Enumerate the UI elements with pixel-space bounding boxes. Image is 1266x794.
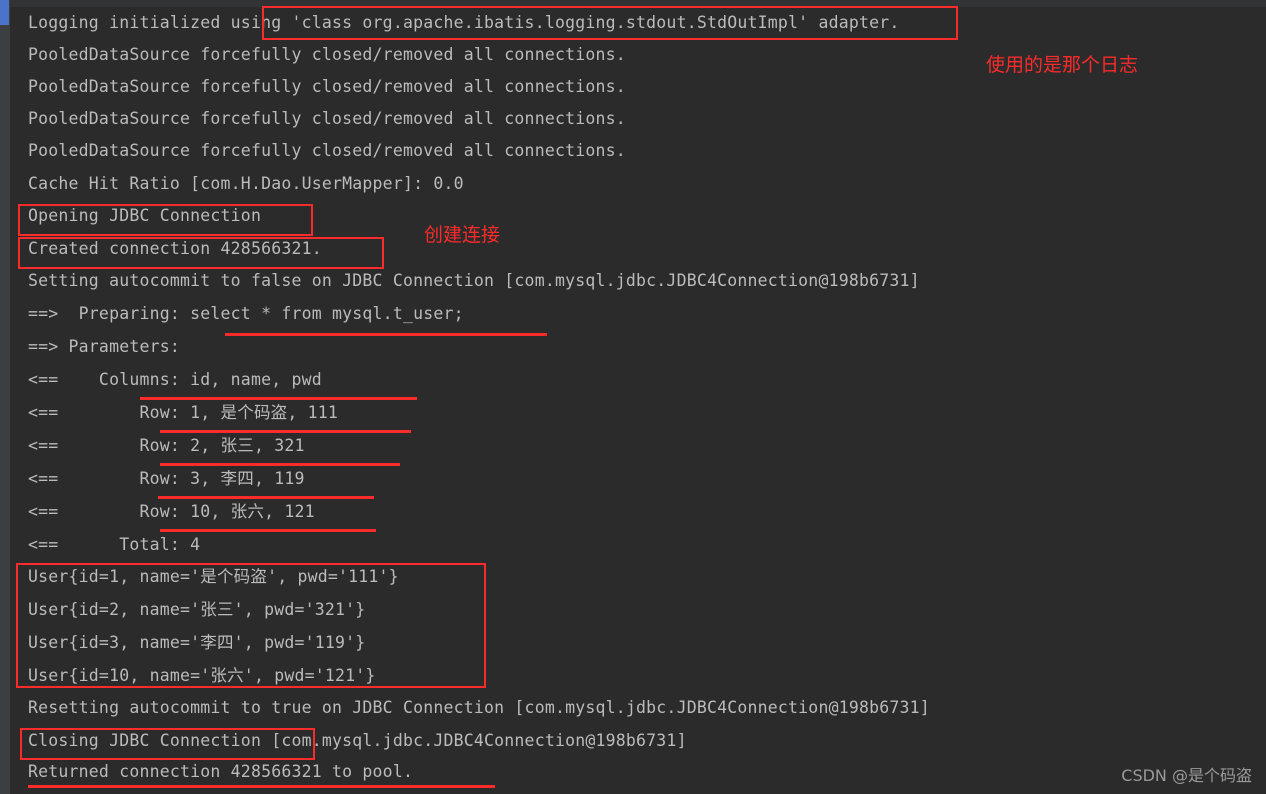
line-row-3: <== Row: 3, 李四, 119	[28, 469, 305, 488]
line-columns: <== Columns: id, name, pwd	[28, 370, 322, 389]
line-preparing: ==> Preparing: select * from mysql.t_use…	[28, 304, 464, 323]
underline-row-4	[160, 529, 376, 532]
line-cache-hit-ratio: Cache Hit Ratio [com.H.Dao.UserMapper]: …	[28, 174, 464, 193]
line-pooled-2: PooledDataSource forcefully closed/remov…	[28, 77, 626, 96]
line-row-2: <== Row: 2, 张三, 321	[28, 436, 305, 455]
underline-returned-connection	[28, 785, 495, 788]
watermark-text: CSDN @是个码盗	[1121, 766, 1252, 785]
underline-select-statement	[225, 333, 547, 336]
line-total: <== Total: 4	[28, 535, 201, 554]
line-resetting-autocommit: Resetting autocommit to true on JDBC Con…	[28, 698, 930, 717]
box-created-connection	[18, 237, 384, 269]
box-user-results	[16, 563, 486, 688]
underline-row-2	[160, 463, 400, 466]
line-setting-autocommit: Setting autocommit to false on JDBC Conn…	[28, 271, 920, 290]
box-closing-jdbc-connection	[20, 728, 315, 760]
note-which-log: 使用的是那个日志	[986, 54, 1139, 76]
box-opening-jdbc-connection	[18, 204, 313, 236]
line-row-1: <== Row: 1, 是个码盗, 111	[28, 403, 339, 422]
underline-row-1	[160, 430, 411, 433]
line-returned-connection: Returned connection 428566321 to pool.	[28, 762, 414, 781]
note-create-connection: 创建连接	[424, 224, 501, 246]
line-pooled-3: PooledDataSource forcefully closed/remov…	[28, 109, 626, 128]
line-row-4: <== Row: 10, 张六, 121	[28, 502, 315, 521]
line-pooled-1: PooledDataSource forcefully closed/remov…	[28, 45, 626, 64]
underline-row-3	[158, 496, 374, 499]
line-parameters: ==> Parameters:	[28, 337, 181, 356]
run-console-panel[interactable]: Logging initialized using 'class org.apa…	[0, 0, 1266, 794]
underline-columns	[140, 397, 417, 400]
box-stdout-impl-adapter	[262, 6, 958, 40]
line-pooled-4: PooledDataSource forcefully closed/remov…	[28, 141, 626, 160]
